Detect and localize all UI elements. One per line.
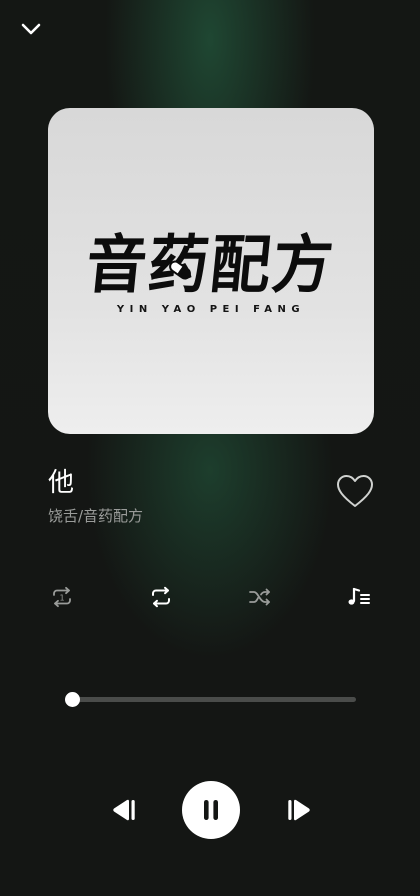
previous-button[interactable]: [106, 794, 140, 826]
shuffle-button[interactable]: [246, 584, 274, 610]
album-art-title: 音药配方: [82, 228, 339, 303]
progress-bar[interactable]: [65, 692, 356, 707]
svg-text:1: 1: [59, 594, 64, 603]
like-button[interactable]: [336, 474, 374, 510]
lyrics-icon: [348, 587, 370, 605]
skip-previous-icon: [113, 799, 135, 821]
chevron-down-icon: [21, 23, 41, 35]
repeat-one-icon: 1: [53, 586, 71, 608]
song-artist[interactable]: 饶舌/音药配方: [48, 505, 143, 526]
heart-icon: [337, 475, 373, 507]
repeat-all-button[interactable]: [147, 584, 175, 610]
album-art-subtitle: YIN YAO PEI FANG: [116, 304, 306, 315]
play-pause-button[interactable]: [182, 781, 240, 839]
pause-icon: [204, 800, 218, 820]
pill-icon: [169, 260, 191, 280]
progress-knob[interactable]: [65, 692, 80, 707]
collapse-button[interactable]: [16, 14, 46, 44]
lyrics-button[interactable]: [346, 584, 374, 610]
repeat-one-button[interactable]: 1: [48, 584, 76, 610]
album-artwork: 音药配方 YIN YAO PEI FANG: [48, 108, 374, 434]
shuffle-icon: [249, 588, 270, 606]
next-button[interactable]: [283, 794, 317, 826]
skip-next-icon: [288, 799, 310, 821]
repeat-icon: [152, 586, 170, 608]
song-title: 他: [48, 468, 75, 498]
